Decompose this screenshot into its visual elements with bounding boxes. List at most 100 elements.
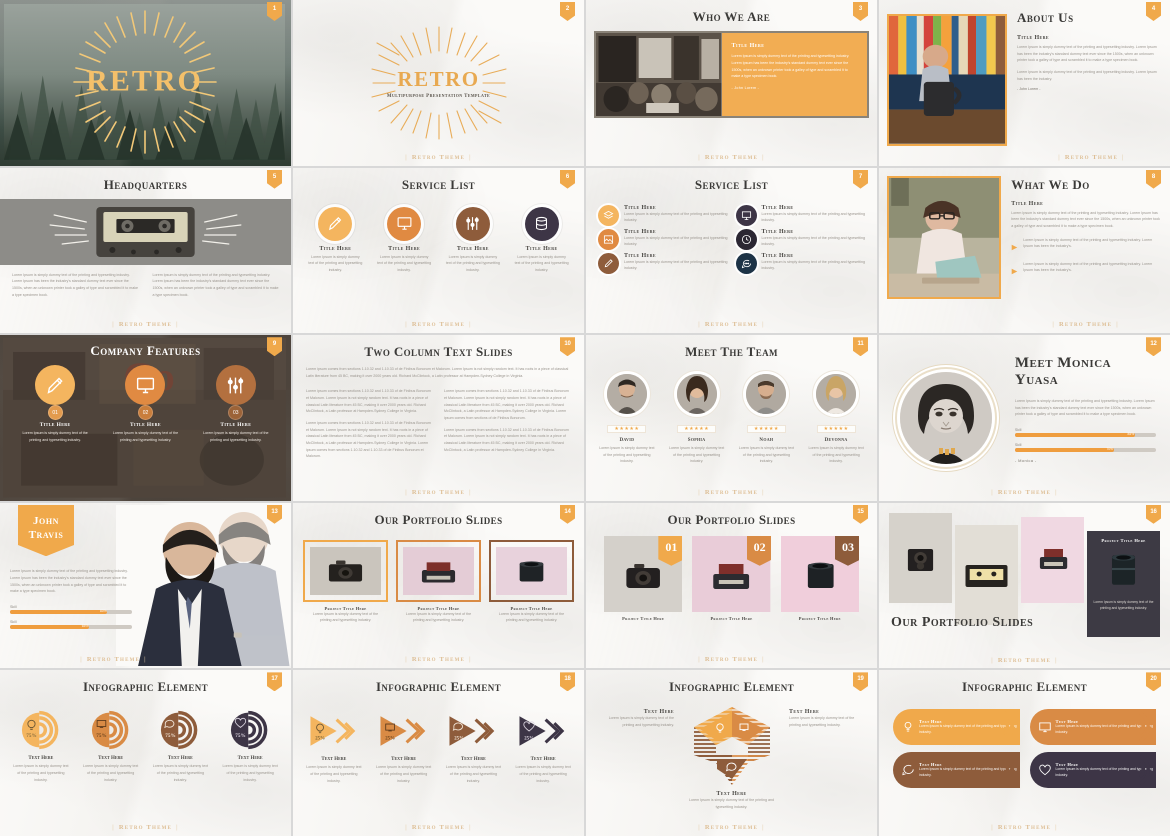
skill-value: 80%	[100, 608, 107, 613]
slide-13-john-travis[interactable]: 13 John Travis Lorem Ipsum is simply dum…	[0, 502, 291, 669]
feature-item[interactable]: 03 Title Here Lorem Ipsum is simply dumm…	[195, 365, 276, 443]
item-body: Lorem Ipsum is simply dummy text of the …	[13, 764, 69, 782]
person-last-name: Travis	[28, 528, 64, 541]
service-item[interactable]: Title Here Lorem Ipsum is simply dummy t…	[735, 252, 866, 274]
slide-3-who-we-are[interactable]: 3 Who We Are Title Here Lorem Ipsum is s…	[586, 0, 877, 166]
infographic-item[interactable]: 25% Text Here Lorem Ipsum is simply dumm…	[372, 709, 436, 784]
slide-4-about-us[interactable]: 4 About Us Title Here Lorem Ipsum is sim…	[879, 0, 1170, 166]
infographic-item[interactable]: 75% Text Here Lorem Ipsum is simply dumm…	[218, 709, 282, 783]
portfolio-item[interactable]: Project Title Here Lorem Ipsum is simply…	[396, 539, 481, 624]
skill-label: Skill	[1014, 443, 1022, 448]
infographic-item[interactable]: 25% Text Here Lorem Ipsum is simply dumm…	[441, 709, 505, 784]
infographic-item[interactable]: Text Here Lorem Ipsum is simply dummy te…	[1029, 752, 1156, 789]
monitor-icon	[387, 206, 422, 241]
member-name: David	[619, 438, 635, 444]
portfolio-item[interactable]: 02 Project Title Here	[692, 535, 771, 621]
infographic-item[interactable]: Text Here Lorem Ipsum is simply dummy te…	[893, 709, 1020, 746]
slide-10-two-column-text[interactable]: 10 Two Column Text Slides Lorem ipsum co…	[293, 335, 584, 501]
team-member[interactable]: ★★★★★ David Lorem Ipsum is simply dummy …	[595, 374, 659, 465]
service-item[interactable]: Title Here Lorem Ipsum is simply dummy t…	[598, 204, 728, 226]
slide-18-infographic-arrow[interactable]: 18 Infographic Element 25% Text Here Lor…	[293, 670, 584, 836]
feature-item[interactable]: 02 Title Here Lorem Ipsum is simply dumm…	[105, 365, 186, 443]
watermark: Retro Theme	[879, 824, 1170, 831]
portfolio-item[interactable]: Project Title Here Lorem Ipsum is simply…	[303, 539, 388, 624]
infographic-item[interactable]: 25% Text Here Lorem Ipsum is simply dumm…	[511, 709, 575, 784]
service-item[interactable]: Title Here Lorem Ipsum is simply dummy t…	[735, 204, 866, 226]
businessmen-photo	[116, 504, 291, 667]
infographic-item[interactable]: Text Here Lorem Ipsum is simply dummy te…	[893, 752, 1020, 789]
portfolio-item[interactable]: Project Title Here Lorem Ipsum is simply…	[489, 539, 574, 624]
page-title: Infographic Element	[82, 679, 209, 695]
rating-stars: ★★★★★	[816, 425, 856, 434]
svg-text:75%: 75%	[166, 733, 176, 739]
slide-20-infographic-banner[interactable]: 20 Infographic Element Text Here Lorem I…	[879, 670, 1170, 836]
slide-16-portfolio-collage[interactable]: 16 Project Title Here Lorem Ipsum is sim…	[879, 502, 1170, 669]
infographic-item[interactable]: 75% Text Here Lorem Ipsum is simply dumm…	[148, 709, 212, 783]
portfolio-item[interactable]: 03 Project Title Here	[780, 535, 859, 621]
service-item[interactable]: Title Here Lorem Ipsum is simply dummy t…	[443, 206, 504, 276]
infographic-item[interactable]: 25% Text Here Lorem Ipsum is simply dumm…	[302, 709, 366, 784]
slide-19-infographic-hexagon[interactable]: 19 Infographic Element Text Here Lorem I…	[586, 670, 877, 836]
slide-2-cover-light[interactable]: 2 RETRO Multipurpose Presentation Templa…	[293, 0, 584, 166]
slide-15-portfolio-numbered[interactable]: 15 Our Portfolio Slides 01 Project Title…	[586, 502, 877, 669]
page-title: Meet Monica Yuasa	[1014, 355, 1112, 389]
team-member[interactable]: ★★★★★ Devonna Lorem Ipsum is simply dumm…	[804, 374, 868, 465]
monica-portrait	[899, 371, 992, 464]
rings-decoration	[1138, 709, 1170, 745]
item-label: Text Here	[321, 757, 347, 763]
slide-1-cover[interactable]: RETRO 1	[0, 0, 291, 166]
avatar	[676, 374, 717, 415]
watermark: Retro Theme	[293, 321, 584, 328]
panel-signature: - John Lorem -	[731, 86, 760, 91]
slide-7-service-list-columns[interactable]: 7 Service List Title Here Lorem Ipsum is…	[586, 167, 877, 334]
feature-item[interactable]: 01 Title Here Lorem Ipsum is simply dumm…	[15, 365, 96, 443]
card-title: Project Title Here	[1101, 537, 1146, 543]
hexagon-label-1: Text Here Lorem Ipsum is simply dummy te…	[596, 709, 674, 728]
member-body: Lorem Ipsum is simply dummy text of the …	[599, 446, 655, 464]
name-banner: John Travis	[18, 504, 74, 557]
portfolio-caption: Project Title Here	[622, 615, 665, 621]
watermark: Retro Theme	[937, 657, 1112, 664]
service-item[interactable]: Title Here Lorem Ipsum is simply dummy t…	[735, 228, 866, 250]
layers-icon	[598, 204, 619, 226]
service-item[interactable]: Title Here Lorem Ipsum is simply dummy t…	[511, 206, 572, 276]
man-with-mug-photo	[887, 14, 1008, 146]
radial-chart: 75%	[224, 709, 276, 751]
skill-label: Skill	[10, 604, 17, 609]
service-item[interactable]: Title Here Lorem Ipsum is simply dummy t…	[374, 206, 435, 276]
page-title: Our Portfolio Slides	[374, 511, 503, 527]
bulb-icon	[901, 720, 915, 734]
page-title: Infographic Element	[375, 679, 502, 695]
item-body: Lorem Ipsum is simply dummy text of the …	[608, 716, 674, 728]
slide-14-portfolio-three-up[interactable]: 14 Our Portfolio Slides Project Title He…	[293, 502, 584, 669]
svg-text:25%: 25%	[385, 737, 395, 742]
feature-body: Lorem Ipsum is simply dummy text of the …	[203, 431, 269, 442]
infographic-item[interactable]: 75% Text Here Lorem Ipsum is simply dumm…	[79, 709, 143, 783]
portfolio-item[interactable]: 01 Project Title Here	[604, 535, 683, 621]
slide-6-service-list[interactable]: 6 Service List Title Here Lorem Ipsum is…	[293, 167, 584, 334]
member-body: Lorem Ipsum is simply dummy text of the …	[668, 446, 725, 464]
service-item[interactable]: Title Here Lorem Ipsum is simply dummy t…	[598, 252, 728, 274]
slide-9-company-features[interactable]: 9 Go Company Features 01 Title Here	[0, 335, 291, 501]
infographic-item[interactable]: Text Here Lorem Ipsum is simply dummy te…	[1029, 709, 1156, 746]
radial-chart: 75%	[15, 709, 67, 751]
presentation-icon	[735, 204, 757, 226]
team-member[interactable]: ★★★★★ Sophia Lorem Ipsum is simply dummy…	[665, 374, 729, 465]
item-label: Text Here	[237, 756, 263, 762]
edit-icon	[598, 252, 619, 274]
slide-11-meet-the-team[interactable]: 11 Meet The Team ★★★★★ David Lorem Ipsum…	[586, 335, 877, 501]
slide-17-infographic-radial[interactable]: 17 Infographic Element 75% Text Here Lor…	[0, 670, 291, 836]
portfolio-caption: Project Title Here	[710, 615, 753, 621]
team-member[interactable]: ★★★★★ Noah Lorem Ipsum is simply dummy t…	[734, 374, 798, 465]
orange-text-panel: Title Here Lorem Ipsum is simply dummy t…	[721, 33, 867, 116]
item-body: Lorem Ipsum is simply dummy text of the …	[515, 765, 571, 783]
watermark: Retro Theme	[586, 154, 877, 161]
slide-12-meet-monica[interactable]: 12 Meet Monica Yuasa Lorem Ipsum is simp…	[879, 335, 1170, 501]
body-paragraph: Lorem Ipsum is simply dummy text of the …	[10, 569, 128, 594]
avatar	[606, 374, 647, 415]
infographic-item[interactable]: 75% Text Here Lorem Ipsum is simply dumm…	[9, 709, 73, 783]
service-item[interactable]: Title Here Lorem Ipsum is simply dummy t…	[305, 206, 366, 276]
service-item[interactable]: Title Here Lorem Ipsum is simply dummy t…	[598, 228, 728, 250]
slide-5-headquarters[interactable]: 5 Headquarters Lorem Ipsum is simply dum…	[0, 167, 291, 334]
slide-8-what-we-do[interactable]: 8 What We Do Title Here Lorem Ipsum is s…	[879, 167, 1170, 334]
